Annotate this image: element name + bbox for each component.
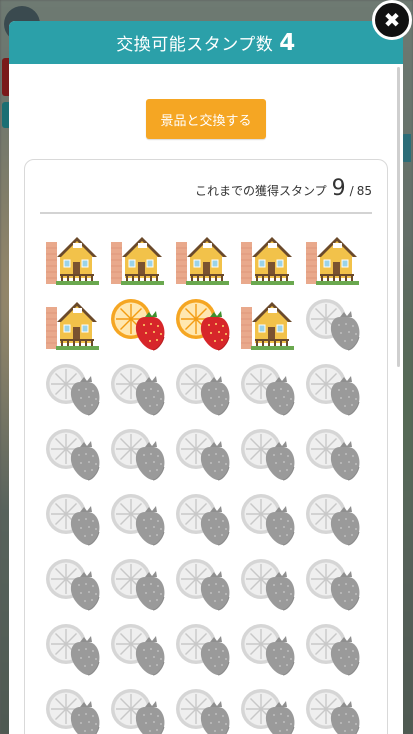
stamp-empty-icon	[109, 555, 166, 612]
close-button[interactable]: ✖	[372, 0, 412, 40]
divider	[40, 212, 372, 214]
stamp-empty-icon	[44, 425, 101, 482]
stamp-card: これまでの獲得スタンプ 9 / 85	[24, 159, 388, 734]
stamp-empty-icon	[44, 490, 101, 547]
stamp-empty-icon	[109, 490, 166, 547]
stamp-house-icon	[304, 230, 361, 287]
stamp-empty-icon	[304, 425, 361, 482]
stamp-empty-icon	[304, 555, 361, 612]
stamp-house-icon	[239, 295, 296, 352]
stamp-empty-icon	[239, 620, 296, 677]
stamp-empty-icon	[174, 490, 231, 547]
stamp-empty-icon	[304, 620, 361, 677]
stamp-empty-icon	[239, 685, 296, 734]
modal-header: 交換可能スタンプ数 4	[9, 21, 403, 64]
earned-count: 9	[331, 176, 346, 201]
stamp-orange-strawberry-icon	[174, 295, 231, 352]
stamp-empty-icon	[174, 685, 231, 734]
stamp-empty-icon	[304, 360, 361, 417]
stamp-empty-icon	[239, 360, 296, 417]
stamp-empty-icon	[109, 685, 166, 734]
exchangeable-count: 4	[279, 29, 296, 56]
stamp-grid	[44, 230, 361, 734]
stamp-empty-icon	[109, 360, 166, 417]
earned-label: これまでの獲得スタンプ	[195, 184, 327, 198]
stamp-house-icon	[44, 295, 101, 352]
stamp-house-icon	[44, 230, 101, 287]
close-icon: ✖	[383, 8, 401, 32]
stamp-empty-icon	[44, 620, 101, 677]
stamp-empty-icon	[239, 490, 296, 547]
stamp-modal: 交換可能スタンプ数 4 景品と交換する これまでの獲得スタンプ 9 / 85	[9, 21, 403, 734]
stamp-house-icon	[239, 230, 296, 287]
separator: /	[349, 184, 354, 198]
stamp-house-icon	[109, 230, 166, 287]
stamp-empty-icon	[239, 555, 296, 612]
modal-title: 交換可能スタンプ数	[116, 35, 274, 55]
stamp-empty-icon	[174, 425, 231, 482]
stamp-empty-icon	[304, 295, 361, 352]
stamp-summary: これまでの獲得スタンプ 9 / 85	[195, 176, 372, 201]
stamp-empty-icon	[239, 425, 296, 482]
stamp-empty-icon	[44, 360, 101, 417]
stamp-house-icon	[174, 230, 231, 287]
stamp-empty-icon	[174, 555, 231, 612]
stamp-empty-icon	[304, 685, 361, 734]
stamp-empty-icon	[174, 360, 231, 417]
scrollbar[interactable]	[397, 67, 400, 367]
exchange-prize-button[interactable]: 景品と交換する	[146, 99, 266, 139]
stamp-empty-icon	[174, 620, 231, 677]
stamp-orange-strawberry-icon	[109, 295, 166, 352]
stamp-empty-icon	[304, 490, 361, 547]
stamp-empty-icon	[109, 620, 166, 677]
total-count: 85	[356, 184, 372, 198]
stamp-empty-icon	[44, 555, 101, 612]
stamp-empty-icon	[109, 425, 166, 482]
stamp-empty-icon	[44, 685, 101, 734]
